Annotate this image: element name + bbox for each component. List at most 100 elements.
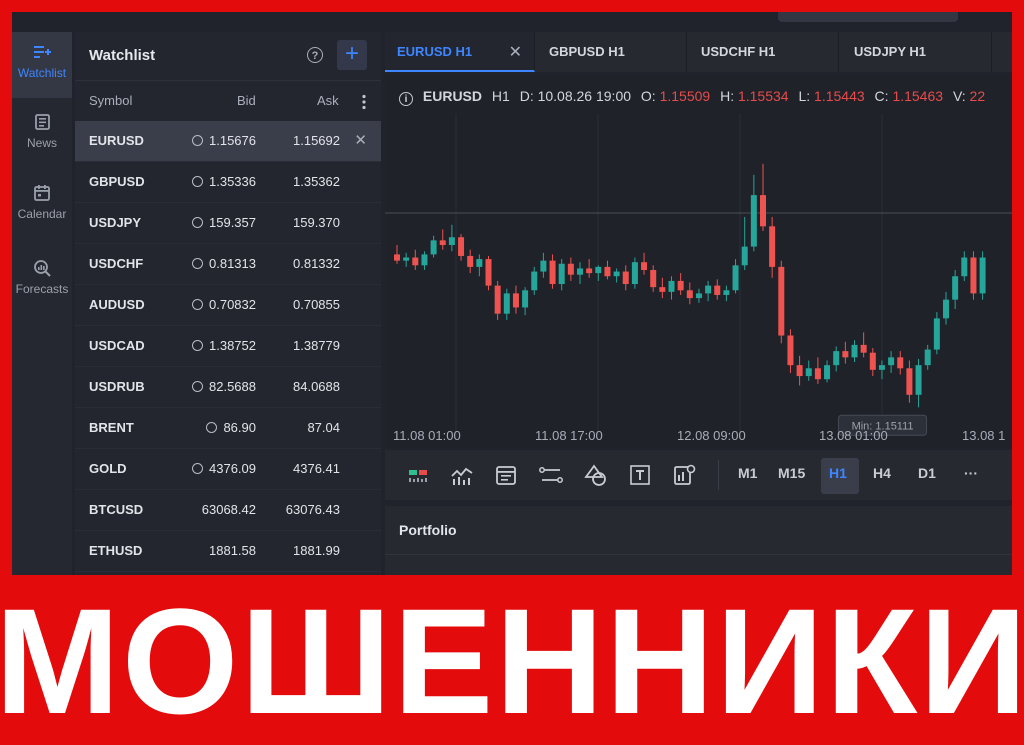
alarm-clock-icon[interactable] [192,340,203,351]
row-bid-value: 1.38752 [209,338,256,353]
chart-settings-icon[interactable] [671,462,697,488]
watchlist-row-usdchf[interactable]: USDCHF 0.81313 0.81332 [75,244,381,285]
watchlist-rows: EURUSD 1.15676 1.15692 ✕ GBPUSD 1.35336 1.3536… [75,121,381,572]
row-bid: 1.35336 [192,174,256,189]
candle-body [412,257,419,266]
alarm-clock-icon[interactable] [192,381,203,392]
candle-body [888,357,895,366]
candle-body [631,262,638,285]
column-ask[interactable]: Ask [317,93,339,108]
top-search-bar[interactable] [778,12,958,22]
row-symbol: GOLD [89,461,127,476]
row-bid-value: 1.15676 [209,133,256,148]
candle-body [970,257,977,294]
candle-body [787,335,794,366]
row-bid: 1.15676 [192,133,256,148]
alarm-clock-icon[interactable] [192,217,203,228]
row-bid-value: 82.5688 [209,379,256,394]
help-icon[interactable]: ? [307,47,323,63]
price-chart[interactable]: i EURUSD H1 D: 10.08.26 19:00 O: 1.15509… [385,74,1012,448]
watchlist-column-headers: Symbol Bid Ask [75,81,381,121]
timeframe-m15[interactable]: M15 [778,465,805,481]
row-ask: 1.38779 [293,338,340,353]
candle-body [503,293,510,314]
candle-body [851,344,858,358]
nav-news[interactable]: News [12,102,72,168]
x-tick-label: 13.08 01:00 [819,428,888,443]
candle-body [796,365,803,377]
column-symbol[interactable]: Symbol [89,93,132,108]
watchlist-row-brent[interactable]: BRENT 86.90 87.04 [75,408,381,449]
watchlist-row-gold[interactable]: GOLD 4376.09 4376.41 [75,449,381,490]
alarm-clock-icon[interactable] [192,176,203,187]
alarm-clock-icon[interactable] [192,258,203,269]
watchlist-row-usdrub[interactable]: USDRUB 82.5688 84.0688 [75,367,381,408]
watchlist-row-btcusd[interactable]: BTCUSD 63068.42 63076.43 [75,490,381,531]
watchlist-row-eurusd[interactable]: EURUSD 1.15676 1.15692 ✕ [75,121,381,162]
more-vertical-icon[interactable] [361,94,367,110]
watchlist-row-ethusd[interactable]: ETHUSD 1881.58 1881.99 [75,531,381,572]
chart-toolbar: M1 M15 H1 H4 D1 ··· [385,450,1012,500]
more-timeframes-button[interactable]: ··· [964,465,978,481]
candle-body [695,293,702,299]
candle-body [924,349,931,366]
row-bid: 63068.42 [202,502,256,517]
watchlist-add-icon [34,46,51,58]
tab-gbpusd-h1[interactable]: GBPUSD H1 [537,32,687,72]
row-bid-value: 63068.42 [201,502,256,517]
tab-label: USDCHF H1 [701,44,776,59]
candle-body [750,195,757,247]
add-symbol-button[interactable]: + [337,40,367,70]
indicators-icon[interactable] [449,462,475,488]
alarm-clock-icon[interactable] [192,463,203,474]
candle-body [769,226,776,267]
nav-forecasts[interactable]: Forecasts [12,248,72,314]
candle-body [494,285,501,314]
row-ask: 87.04 [307,420,340,435]
tab-usdchf-h1[interactable]: USDCHF H1 [689,32,839,72]
forecast-search-icon [34,260,51,277]
tab-usdjpy-h1[interactable]: USDJPY H1 [842,32,992,72]
portfolio-title[interactable]: Portfolio [399,522,457,538]
watchlist-row-audusd[interactable]: AUDUSD 0.70832 0.70855 [75,285,381,326]
watchlist-panel: Watchlist ? + Symbol Bid Ask EURUSD 1.156… [75,32,381,575]
alarm-clock-icon[interactable] [192,135,203,146]
nav-calendar[interactable]: Calendar [12,173,72,239]
text-tool-icon[interactable] [627,462,653,488]
candle-body [641,262,648,270]
row-ask: 159.370 [293,215,340,230]
candle-body [448,237,455,246]
row-ask: 1881.99 [293,543,340,558]
candle-body [705,285,712,294]
events-calendar-icon[interactable] [493,462,519,488]
candle-body [933,318,940,350]
remove-symbol-icon[interactable]: ✕ [354,131,367,149]
timeframe-m1[interactable]: M1 [738,465,757,481]
candle-body [567,263,574,275]
candle-body [403,257,410,261]
tab-label: GBPUSD H1 [549,44,625,59]
watchlist-row-usdjpy[interactable]: USDJPY 159.357 159.370 [75,203,381,244]
watchlist-row-gbpusd[interactable]: GBPUSD 1.35336 1.35362 [75,162,381,203]
nav-watchlist[interactable]: Watchlist [12,32,72,98]
line-tool-icon[interactable] [538,462,564,488]
alarm-clock-icon[interactable] [206,422,218,433]
chart-type-icon[interactable] [405,462,431,488]
candle-body [860,344,867,353]
shapes-icon[interactable] [583,462,609,488]
timeframe-h4[interactable]: H4 [873,465,891,481]
candle-body [467,255,474,267]
timeframe-d1[interactable]: D1 [918,465,936,481]
candlestick-chart[interactable]: Min: 1.1511111.08 01:00 11.08 17:00 12.08 … [385,74,1012,448]
close-tab-icon[interactable]: ✕ [509,42,522,62]
candle-body [952,276,959,300]
news-icon [35,114,50,130]
alarm-clock-icon[interactable] [192,299,203,310]
tab-eurusd-h1[interactable]: EURUSD H1 ✕ [385,32,535,72]
candle-body [540,260,547,272]
column-bid[interactable]: Bid [237,93,256,108]
tab-label: EURUSD H1 [397,44,473,59]
watchlist-row-usdcad[interactable]: USDCAD 1.38752 1.38779 [75,326,381,367]
timeframe-h1[interactable]: H1 [829,465,847,481]
row-bid: 0.70832 [192,297,256,312]
